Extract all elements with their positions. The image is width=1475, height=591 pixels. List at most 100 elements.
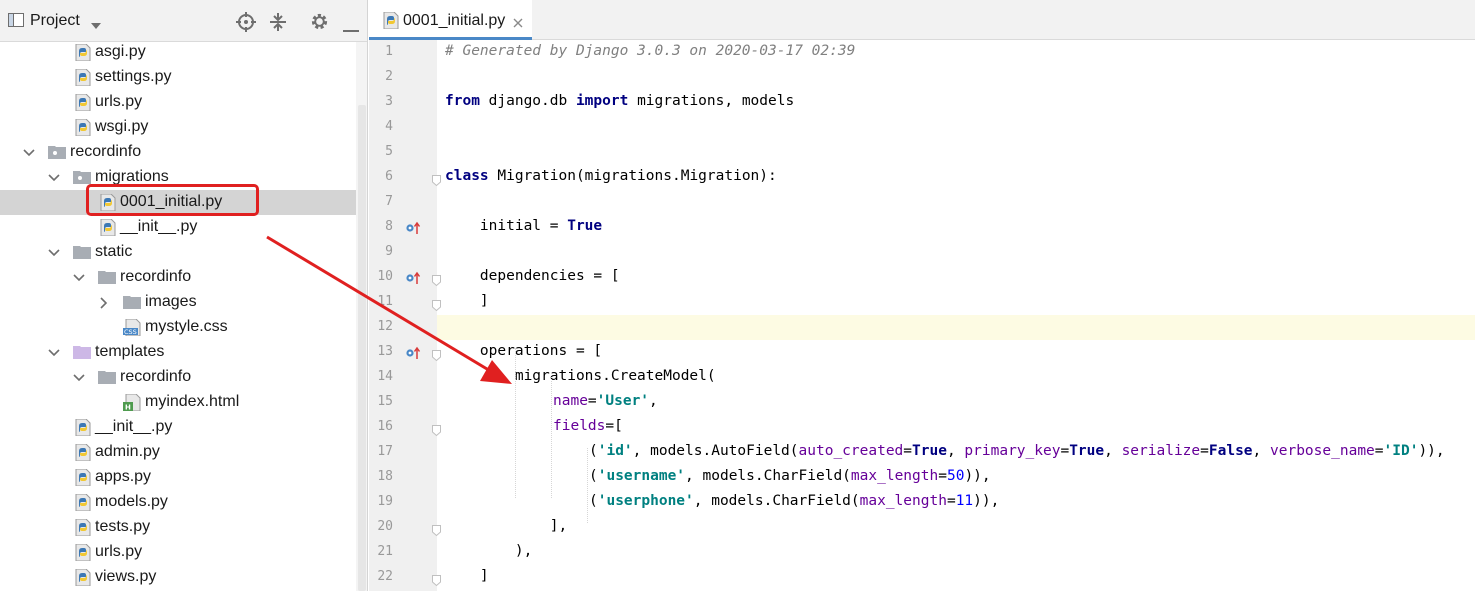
code-token: max_length [859, 493, 947, 509]
overrides-marker-icon[interactable] [405, 271, 421, 285]
line-number: 10 [377, 269, 393, 284]
tree-item-label: recordinfo [120, 268, 192, 285]
code-token: Migration(migrations.Migration): [488, 168, 777, 184]
chevron-down-icon[interactable] [72, 271, 86, 285]
chevron-down-icon[interactable] [47, 346, 61, 360]
line-number: 11 [377, 294, 393, 309]
line-number: 17 [377, 444, 393, 459]
tree-item[interactable]: urls.py [0, 90, 356, 115]
chevron-down-icon[interactable] [90, 17, 102, 35]
python-file-icon [75, 93, 92, 112]
python-file-icon [75, 568, 92, 587]
tree-item-label: views.py [95, 568, 157, 585]
python-file-icon [75, 418, 92, 437]
line-number: 3 [385, 94, 393, 109]
tree-item[interactable]: tests.py [0, 515, 356, 540]
code-token: 50 [946, 468, 965, 484]
close-icon[interactable] [513, 15, 523, 33]
code-area[interactable]: # Generated by Django 3.0.3 on 2020-03-1… [437, 40, 1475, 591]
tree-item[interactable]: apps.py [0, 465, 356, 490]
code-line: ] [445, 293, 489, 309]
python-file-icon [100, 218, 117, 237]
tree-item[interactable]: __init__.py [0, 215, 356, 240]
package-folder-icon [73, 169, 91, 186]
minimize-icon[interactable] [343, 20, 359, 38]
chevron-right-icon[interactable] [97, 296, 111, 310]
tree-item[interactable]: asgi.py [0, 40, 356, 65]
code-line: migrations.CreateModel( [445, 368, 716, 384]
chevron-down-icon[interactable] [72, 371, 86, 385]
code-token: , [946, 443, 965, 459]
tree-item-label: myindex.html [145, 393, 240, 410]
chevron-down-icon[interactable] [22, 146, 36, 160]
tree-scrollbar-thumb[interactable] [358, 105, 366, 591]
code-token: ] [445, 293, 489, 309]
project-view-icon [8, 13, 24, 35]
code-token: = [1060, 443, 1070, 459]
tree-item[interactable]: images [0, 290, 356, 315]
tree-item[interactable]: views.py [0, 565, 356, 590]
collapse-all-icon[interactable] [269, 12, 287, 37]
code-token: initial = [445, 218, 568, 234]
code-line: fields=[ [553, 418, 623, 434]
python-file-icon [75, 68, 92, 87]
tree-item[interactable]: models.py [0, 490, 356, 515]
code-token: from [445, 93, 480, 109]
code-line: dependencies = [ [445, 268, 620, 284]
overrides-marker-icon[interactable] [405, 221, 421, 235]
code-token: = [903, 443, 913, 459]
project-panel-title[interactable]: Project [30, 12, 80, 30]
line-number: 2 [385, 69, 393, 84]
tree-item[interactable]: static [0, 240, 356, 265]
tree-item[interactable]: admin.py [0, 440, 356, 465]
tree-item[interactable]: recordinfo [0, 265, 356, 290]
tree-item[interactable]: Hmyindex.html [0, 390, 356, 415]
tree-item[interactable]: templates [0, 340, 356, 365]
editor-pane: 0001_initial.py 1 2 3 4 5 6 7 8 9 10 11 12 13 14 15 16 1… [369, 0, 1475, 591]
code-token: )), [973, 493, 1000, 509]
locate-file-icon[interactable] [236, 12, 256, 37]
tree-item[interactable]: __init__.py [0, 415, 356, 440]
overrides-marker-icon[interactable] [405, 346, 421, 360]
tree-item[interactable]: CSS mystyle.css [0, 315, 356, 340]
svg-text:H: H [125, 404, 131, 412]
tree-item-label: urls.py [95, 543, 143, 560]
python-file-icon [75, 518, 92, 537]
code-token: class [445, 168, 489, 184]
code-line: initial = True [445, 218, 602, 234]
tree-item-label: __init__.py [120, 218, 198, 235]
python-file-icon [383, 11, 399, 34]
code-line: class Migration(migrations.Migration): [445, 168, 777, 184]
code-token: = [587, 393, 597, 409]
code-token: migrations.CreateModel( [445, 368, 716, 384]
templates-folder-icon [73, 344, 91, 361]
code-line: ('id', models.AutoField(auto_created=Tru… [589, 443, 1445, 459]
code-token: dependencies = [ [445, 268, 620, 284]
code-token: , models.CharField( [685, 468, 851, 484]
code-token: True [1069, 443, 1105, 459]
tree-item[interactable]: recordinfo [0, 140, 356, 165]
editor-gutter[interactable]: 1 2 3 4 5 6 7 8 9 10 11 12 13 14 15 16 17 18 19 20 21 22 [369, 40, 441, 591]
project-panel: Project asgi.py settings.py urls.py wsgi.py… [0, 0, 368, 591]
line-number: 22 [377, 569, 393, 584]
code-token: django.db [479, 93, 576, 109]
tree-item-label: wsgi.py [95, 118, 149, 135]
tree-item[interactable]: recordinfo [0, 365, 356, 390]
code-token: = [946, 493, 956, 509]
chevron-down-icon[interactable] [47, 246, 61, 260]
tab-0001-initial[interactable]: 0001_initial.py [369, 0, 532, 40]
indent-guide [587, 448, 588, 523]
tree-item-label: images [145, 293, 197, 310]
tree-item[interactable]: urls.py [0, 540, 356, 565]
project-panel-header: Project [0, 0, 367, 42]
folder-icon [98, 369, 116, 386]
python-file-icon [75, 43, 92, 62]
code-token: ( [589, 493, 598, 509]
tree-item[interactable]: settings.py [0, 65, 356, 90]
code-line: ], [445, 518, 567, 534]
code-line: name='User', [553, 393, 658, 409]
folder-icon [98, 269, 116, 286]
chevron-down-icon[interactable] [47, 171, 61, 185]
gear-icon[interactable] [310, 12, 329, 36]
tree-item[interactable]: wsgi.py [0, 115, 356, 140]
